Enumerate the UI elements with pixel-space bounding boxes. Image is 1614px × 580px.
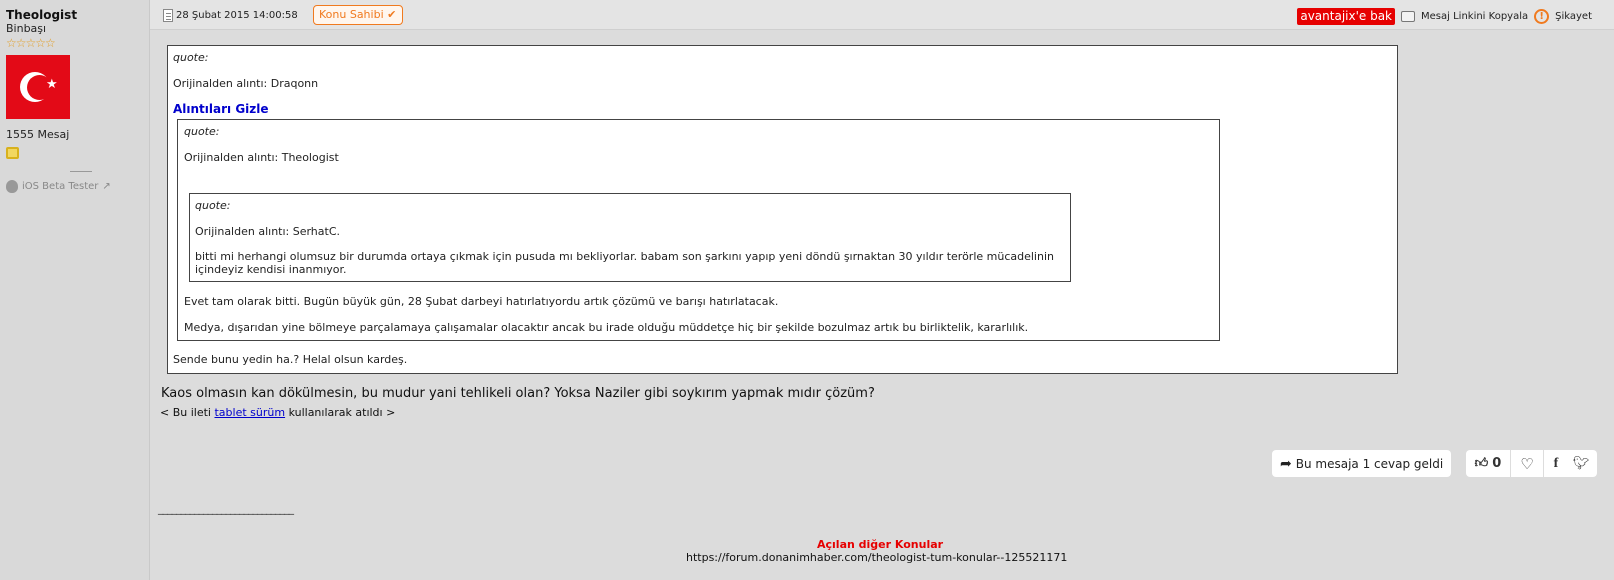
post-date: 28 Şubat 2015 14:00:58 [163,9,298,22]
quote-label: quote: [195,199,231,212]
quote-reply-text: Sende bunu yedin ha.? Helal olsun kardeş… [173,353,408,366]
quote-source: Orijinalden alıntı: SerhatC. [195,225,341,238]
share-arrow-icon: ➦ [1280,455,1292,472]
quote-text: bitti mi herhangi olumsuz bir durumda or… [195,250,1054,263]
avatar[interactable]: ★ [6,55,70,119]
user-rank: Binbaşı [6,22,47,35]
twitter-icon[interactable]: 🐦︎ [1568,456,1594,471]
like-button[interactable]: 👍︎ 0 [1466,456,1510,471]
beta-label: iOS Beta Tester [22,181,99,192]
beta-tester-badge[interactable]: iOS Beta Tester ↗ [6,180,149,193]
quote-text: içindeyiz kendisi inanmıyor. [195,263,347,276]
post-header-actions: avantajix'e bak Mesaj Linkini Kopyala ! … [1297,8,1592,25]
sent-from-note: < Bu ileti tablet sürüm kullanılarak atı… [160,406,396,419]
quote-source: Orijinalden alıntı: Draqonn [173,77,319,90]
apple-icon [6,180,18,193]
star-icon: ★ [46,77,58,92]
facebook-icon[interactable]: f [1544,456,1568,472]
copy-link-icon[interactable] [1401,11,1416,22]
rank-stars: ☆☆☆☆☆ [6,36,56,50]
post-body: Kaos olmasın kan dökülmesin, bu mudur ya… [161,386,875,401]
avantaj-button[interactable]: avantajix'e bak [1297,8,1396,25]
replies-label: Bu mesaja 1 cevap geldi [1295,456,1444,471]
quote-label: quote: [173,51,209,64]
like-count: 0 [1492,456,1502,471]
quote-label: quote: [184,125,220,138]
quote-text: Evet tam olarak bitti. Bugün büyük gün, … [184,295,779,308]
favorite-heart-icon[interactable]: ♡ [1510,450,1544,477]
username[interactable]: Theologist [6,8,149,22]
copy-link-button[interactable]: Mesaj Linkini Kopyala [1421,11,1528,22]
quote-text: Medya, dışarıdan yine bölmeye parçalamay… [184,321,1029,334]
post-date-text: 28 Şubat 2015 14:00:58 [176,10,298,21]
tablet-version-link[interactable]: tablet sürüm [214,406,285,419]
other-topics-title: Açılan diğer Konular [817,538,944,551]
hide-quotes-link[interactable]: Alıntıları Gizle [173,102,269,116]
replies-button[interactable]: ➦ Bu mesaja 1 cevap geldi [1272,450,1452,477]
post-header: 28 Şubat 2015 14:00:58 Konu Sahibi ✔ ava… [150,0,1614,30]
thumbs-up-icon: 👍︎ [1474,456,1489,471]
document-icon [163,9,173,22]
user-sidebar: Theologist Binbaşı ☆☆☆☆☆ ★ 1555 Mesaj iO… [0,0,150,580]
warning-icon[interactable]: ! [1534,9,1550,24]
divider [70,171,92,172]
post-actions: 👍︎ 0 ♡ f 🐦︎ [1466,450,1597,477]
topic-owner-label: Konu Sahibi [319,8,384,21]
message-count[interactable]: 1555 Mesaj [6,128,149,141]
check-icon: ✔ [387,8,397,21]
quote-source: Orijinalden alıntı: Theologist [184,151,339,164]
external-link-icon: ↗ [102,181,111,192]
report-button[interactable]: Şikayet [1555,11,1592,22]
topic-owner-badge: Konu Sahibi ✔ [313,5,404,25]
other-topics-url[interactable]: https://forum.donanimhaber.com/theologis… [686,551,1067,564]
signature-divider: ______________________________ [158,502,294,515]
user-badge-icon [6,147,19,159]
